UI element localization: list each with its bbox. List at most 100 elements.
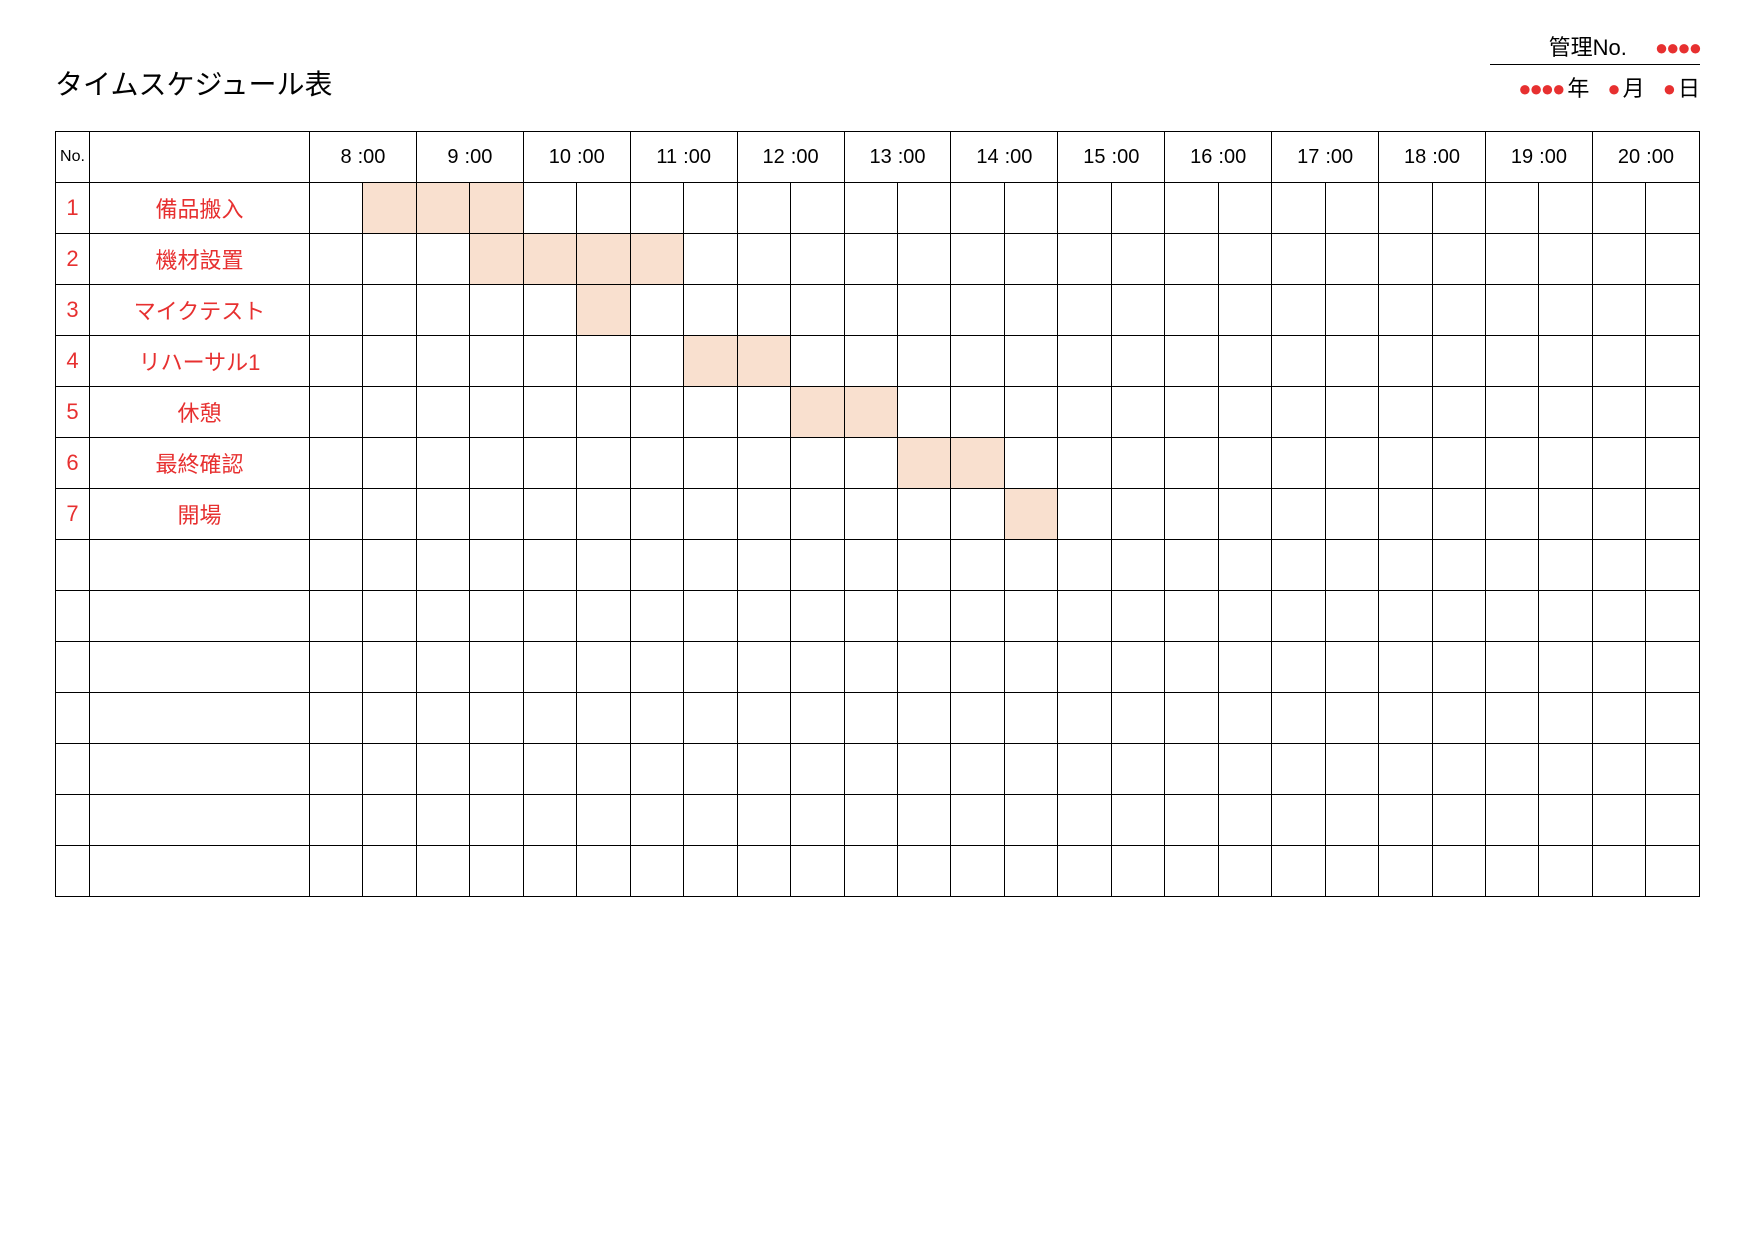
time-slot bbox=[630, 489, 683, 540]
time-slot bbox=[416, 540, 469, 591]
col-header-hour: 18:00 bbox=[1379, 132, 1486, 183]
time-slot bbox=[630, 591, 683, 642]
time-slot bbox=[1592, 540, 1645, 591]
time-slot bbox=[737, 744, 790, 795]
mgmt-no-row: 管理No. ●●●● bbox=[1490, 30, 1700, 65]
time-slot bbox=[1432, 183, 1485, 234]
time-slot bbox=[1379, 336, 1432, 387]
hour-number: 19 bbox=[1511, 146, 1533, 169]
time-slot bbox=[791, 285, 844, 336]
hour-suffix: :00 bbox=[1325, 146, 1353, 169]
time-slot bbox=[1111, 846, 1164, 897]
time-slot bbox=[577, 285, 630, 336]
time-slot bbox=[951, 285, 1004, 336]
time-slot bbox=[416, 183, 469, 234]
time-slot bbox=[363, 489, 416, 540]
time-slot bbox=[1165, 438, 1218, 489]
time-slot bbox=[1592, 336, 1645, 387]
time-slot bbox=[470, 183, 523, 234]
time-slot bbox=[1058, 387, 1111, 438]
time-slot bbox=[1058, 744, 1111, 795]
time-slot bbox=[577, 846, 630, 897]
time-slot bbox=[1379, 285, 1432, 336]
time-slot bbox=[684, 591, 737, 642]
time-slot bbox=[1432, 438, 1485, 489]
time-slot bbox=[684, 387, 737, 438]
time-slot bbox=[1058, 642, 1111, 693]
time-slot bbox=[363, 744, 416, 795]
time-slot bbox=[844, 642, 897, 693]
col-header-hour: 17:00 bbox=[1272, 132, 1379, 183]
time-slot bbox=[1165, 234, 1218, 285]
row-number bbox=[56, 693, 90, 744]
time-slot bbox=[844, 693, 897, 744]
hour-suffix: :00 bbox=[1432, 146, 1460, 169]
row-number: 2 bbox=[56, 234, 90, 285]
time-slot bbox=[844, 234, 897, 285]
time-slot bbox=[1111, 693, 1164, 744]
time-slot bbox=[630, 183, 683, 234]
time-slot bbox=[1485, 591, 1538, 642]
time-slot bbox=[1218, 285, 1271, 336]
time-slot bbox=[791, 693, 844, 744]
time-slot bbox=[1432, 234, 1485, 285]
time-slot bbox=[523, 285, 576, 336]
time-slot bbox=[577, 234, 630, 285]
time-slot bbox=[1111, 591, 1164, 642]
hour-number: 20 bbox=[1618, 146, 1640, 169]
table-row: 1備品搬入 bbox=[56, 183, 1700, 234]
time-slot bbox=[1646, 285, 1700, 336]
time-slot bbox=[363, 795, 416, 846]
time-slot bbox=[1592, 285, 1645, 336]
time-slot bbox=[1218, 336, 1271, 387]
time-slot bbox=[1485, 693, 1538, 744]
row-task bbox=[90, 642, 310, 693]
table-row bbox=[56, 693, 1700, 744]
time-slot bbox=[684, 693, 737, 744]
time-slot bbox=[1325, 387, 1378, 438]
time-slot bbox=[1485, 183, 1538, 234]
time-slot bbox=[1165, 693, 1218, 744]
time-slot bbox=[1218, 693, 1271, 744]
time-slot bbox=[1111, 285, 1164, 336]
time-slot bbox=[416, 234, 469, 285]
schedule-header: No.8:009:0010:0011:0012:0013:0014:0015:0… bbox=[56, 132, 1700, 183]
hour-suffix: :00 bbox=[1646, 146, 1674, 169]
time-slot bbox=[1111, 336, 1164, 387]
col-header-hour: 11:00 bbox=[630, 132, 737, 183]
row-number: 7 bbox=[56, 489, 90, 540]
schedule-table: No.8:009:0010:0011:0012:0013:0014:0015:0… bbox=[55, 131, 1700, 897]
time-slot bbox=[897, 591, 950, 642]
time-slot bbox=[1111, 795, 1164, 846]
day-label: 日 bbox=[1678, 71, 1700, 103]
time-slot bbox=[1218, 234, 1271, 285]
time-slot bbox=[951, 234, 1004, 285]
time-slot bbox=[630, 795, 683, 846]
time-slot bbox=[1432, 744, 1485, 795]
time-slot bbox=[310, 336, 363, 387]
time-slot bbox=[1004, 234, 1057, 285]
time-slot bbox=[523, 234, 576, 285]
time-slot bbox=[897, 387, 950, 438]
time-slot bbox=[416, 285, 469, 336]
time-slot bbox=[791, 540, 844, 591]
row-number: 5 bbox=[56, 387, 90, 438]
time-slot bbox=[737, 795, 790, 846]
time-slot bbox=[1379, 693, 1432, 744]
time-slot bbox=[1004, 438, 1057, 489]
time-slot bbox=[310, 693, 363, 744]
time-slot bbox=[1004, 285, 1057, 336]
row-task: 最終確認 bbox=[90, 438, 310, 489]
row-number: 1 bbox=[56, 183, 90, 234]
time-slot bbox=[684, 642, 737, 693]
time-slot bbox=[1165, 285, 1218, 336]
time-slot bbox=[1592, 387, 1645, 438]
time-slot bbox=[363, 387, 416, 438]
time-slot bbox=[1485, 336, 1538, 387]
time-slot bbox=[363, 234, 416, 285]
table-row: 7開場 bbox=[56, 489, 1700, 540]
time-slot bbox=[1325, 642, 1378, 693]
time-slot bbox=[577, 744, 630, 795]
time-slot bbox=[791, 591, 844, 642]
time-slot bbox=[844, 846, 897, 897]
